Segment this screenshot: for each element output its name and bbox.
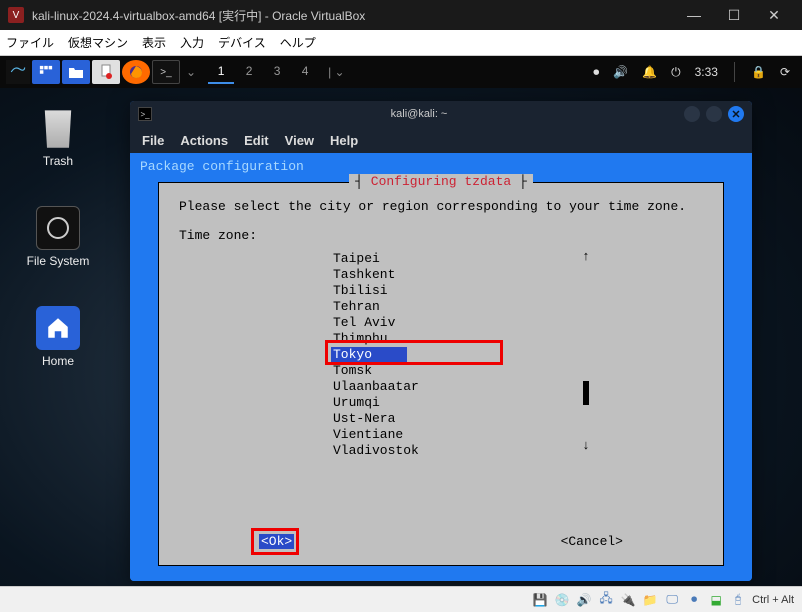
terminal-window: >_ kali@kali: ~ ✕ File Actions Edit View…: [130, 101, 752, 581]
timezone-option[interactable]: Vladivostok: [331, 443, 591, 459]
terminal-minimize-button[interactable]: [684, 106, 700, 122]
timezone-option[interactable]: Tashkent: [331, 267, 591, 283]
scrollbar-thumb[interactable]: [583, 381, 589, 405]
vbox-menu-devices[interactable]: デバイス: [218, 34, 266, 51]
desktop-home[interactable]: Home: [18, 306, 98, 368]
workspace-2[interactable]: 2: [236, 60, 262, 84]
kali-panel: >_ ⌄ 1 2 3 4 | ⌄ ⏺ 🔊 🔔 ⏻ 3:33 🔒 ⟳: [0, 56, 802, 88]
terminal-menu-view[interactable]: View: [285, 133, 314, 148]
timezone-option[interactable]: Ulaanbaatar: [331, 379, 591, 395]
logout-icon[interactable]: ⟳: [780, 65, 790, 79]
close-button[interactable]: ✕: [754, 0, 794, 30]
timezone-option[interactable]: Tokyo: [331, 347, 407, 363]
terminal-menu-actions[interactable]: Actions: [180, 133, 228, 148]
terminal-menu-edit[interactable]: Edit: [244, 133, 269, 148]
desktop-icon-label: Trash: [18, 154, 98, 168]
timezone-option[interactable]: Urumqi: [331, 395, 591, 411]
virtualbox-icon: V: [8, 7, 24, 23]
desktop-filesystem[interactable]: File System: [18, 206, 98, 268]
cherrytree-icon[interactable]: [92, 60, 120, 84]
terminal-body: Package configuration Configuring tzdata…: [130, 153, 752, 581]
workspace-3[interactable]: 3: [264, 60, 290, 84]
vbox-menu-view[interactable]: 表示: [142, 34, 166, 51]
system-tray: ⏺ 🔊 🔔 ⏻ 3:33 🔒 ⟳: [593, 62, 796, 82]
ok-button[interactable]: <Ok>: [259, 534, 294, 549]
terminal-menubar: File Actions Edit View Help: [130, 127, 752, 153]
vbox-statusbar: 💾 💿 🔊 🖧 🔌 📁 🖵 ⏺ ⬓ 🖯 Ctrl + Alt: [0, 586, 802, 612]
vbox-menu-input[interactable]: 入力: [180, 34, 204, 51]
terminal-title: kali@kali: ~: [160, 108, 678, 120]
timezone-option[interactable]: Vientiane: [331, 427, 591, 443]
workspace-menu-icon[interactable]: | ⌄: [328, 65, 345, 79]
scroll-down-icon: ↓: [581, 438, 591, 453]
terminal-titlebar[interactable]: >_ kali@kali: ~ ✕: [130, 101, 752, 127]
timezone-option[interactable]: Tomsk: [331, 363, 591, 379]
workspace-4[interactable]: 4: [292, 60, 318, 84]
dropdown-arrow-icon[interactable]: ⌄: [186, 65, 196, 79]
dialog-prompt: Please select the city or region corresp…: [179, 199, 703, 214]
trash-icon: [36, 106, 80, 150]
power-icon[interactable]: ⏻: [671, 65, 681, 80]
vbox-guest-additions-icon[interactable]: ⬓: [708, 592, 724, 608]
desktop-icon-label: Home: [18, 354, 98, 368]
terminal-maximize-button[interactable]: [706, 106, 722, 122]
timezone-list[interactable]: ↑ TaipeiTashkentTbilisiTehranTel AvivThi…: [331, 251, 591, 451]
maximize-button[interactable]: ☐: [714, 0, 754, 30]
vbox-titlebar: V kali-linux-2024.4-virtualbox-amd64 [実行…: [0, 0, 802, 30]
workspace-switcher: 1 2 3 4: [208, 60, 318, 84]
vbox-menubar: ファイル 仮想マシン 表示 入力 デバイス ヘルプ: [0, 30, 802, 56]
timezone-option[interactable]: Tel Aviv: [331, 315, 591, 331]
terminal-menu-file[interactable]: File: [142, 133, 164, 148]
minimize-button[interactable]: —: [674, 0, 714, 30]
vbox-recording-icon[interactable]: ⏺: [686, 592, 702, 608]
timezone-option[interactable]: Taipei: [331, 251, 591, 267]
workspace-1[interactable]: 1: [208, 60, 234, 84]
file-manager-icon[interactable]: [62, 60, 90, 84]
config-dialog: Configuring tzdata Please select the cit…: [158, 182, 724, 566]
terminal-title-icon: >_: [138, 107, 152, 121]
launcher-app-icon[interactable]: [32, 60, 60, 84]
timezone-option[interactable]: Tbilisi: [331, 283, 591, 299]
vbox-network-icon[interactable]: 🖧: [598, 592, 614, 608]
timezone-option[interactable]: Thimphu: [331, 331, 591, 347]
vbox-menu-help[interactable]: ヘルプ: [280, 34, 316, 51]
firefox-icon[interactable]: [122, 60, 150, 84]
vbox-audio-icon[interactable]: 🔊: [576, 592, 592, 608]
vbox-display-icon[interactable]: 🖵: [664, 592, 680, 608]
panel-clock[interactable]: 3:33: [695, 65, 718, 79]
vbox-shared-icon[interactable]: 📁: [642, 592, 658, 608]
timezone-option[interactable]: Tehran: [331, 299, 591, 315]
guest-desktop: >_ ⌄ 1 2 3 4 | ⌄ ⏺ 🔊 🔔 ⏻ 3:33 🔒 ⟳ Trash …: [0, 56, 802, 586]
timezone-label: Time zone:: [179, 228, 703, 243]
filesystem-icon: [36, 206, 80, 250]
kali-menu-icon[interactable]: [6, 60, 30, 84]
timezone-option[interactable]: Ust-Nera: [331, 411, 591, 427]
vbox-usb-icon[interactable]: 🔌: [620, 592, 636, 608]
lock-icon[interactable]: 🔒: [751, 65, 766, 79]
vbox-window-title: kali-linux-2024.4-virtualbox-amd64 [実行中]…: [32, 7, 674, 24]
dialog-title: Configuring tzdata: [349, 174, 533, 189]
volume-icon[interactable]: 🔊: [613, 65, 628, 79]
vbox-hostkey: Ctrl + Alt: [752, 594, 794, 606]
terminal-launcher-icon[interactable]: >_: [152, 60, 180, 84]
desktop-icon-label: File System: [18, 254, 98, 268]
home-icon: [36, 306, 80, 350]
terminal-menu-help[interactable]: Help: [330, 133, 358, 148]
vbox-mouse-icon[interactable]: 🖯: [730, 592, 746, 608]
terminal-close-button[interactable]: ✕: [728, 106, 744, 122]
notifications-icon[interactable]: 🔔: [642, 65, 657, 79]
desktop-trash[interactable]: Trash: [18, 106, 98, 168]
vbox-optical-icon[interactable]: 💿: [554, 592, 570, 608]
vbox-hdd-icon[interactable]: 💾: [532, 592, 548, 608]
cancel-button[interactable]: <Cancel>: [561, 534, 623, 549]
vbox-menu-file[interactable]: ファイル: [6, 34, 54, 51]
vbox-menu-machine[interactable]: 仮想マシン: [68, 34, 128, 51]
screen-recorder-icon[interactable]: ⏺: [593, 65, 599, 80]
